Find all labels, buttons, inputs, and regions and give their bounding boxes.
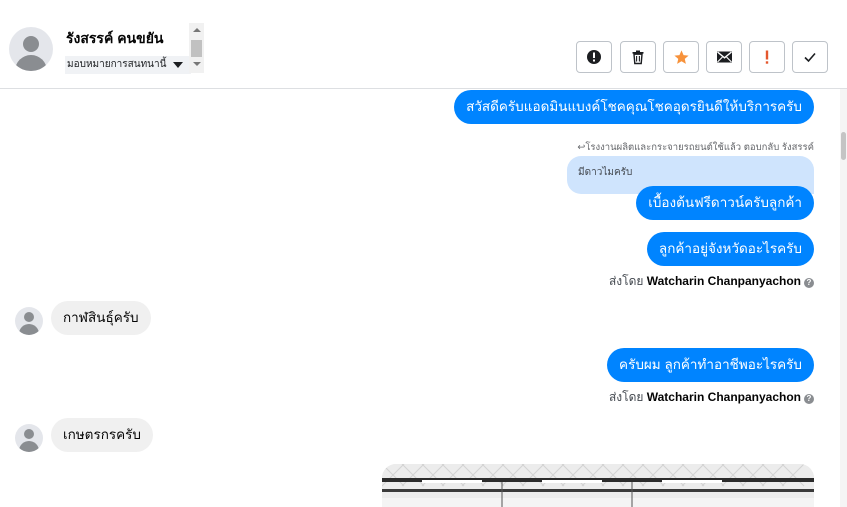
reply-note-text: โรงงานผลิตและกระจายรถยนต์ใช้แล้ว ตอบกลับ… bbox=[585, 142, 814, 153]
message-thread[interactable]: สวัสดีครับแอดมินแบงค์โชคคุณโชคอุดรยินดีใ… bbox=[0, 89, 847, 507]
photo-preview bbox=[382, 464, 814, 507]
conversation-header: มอบหมายการสนทนานี้ รังสรรค์ คนขยัน bbox=[0, 9, 847, 89]
star-button[interactable] bbox=[663, 41, 699, 73]
reply-note: ↩โรงงานผลิตและกระจายรถยนต์ใช้แล้ว ตอบกลั… bbox=[577, 140, 814, 155]
agent-name: Watcharin Chanpanyachon bbox=[646, 274, 801, 288]
sent-by-prefix: ส่งโดย bbox=[608, 390, 644, 404]
customer-avatar-small bbox=[15, 307, 43, 335]
help-icon[interactable]: ? bbox=[804, 278, 814, 288]
customer-name: รังสรรค์ คนขยัน bbox=[66, 30, 164, 46]
report-button[interactable] bbox=[576, 41, 612, 73]
image-attachment[interactable] bbox=[382, 464, 814, 507]
mark-done-button[interactable] bbox=[792, 41, 828, 73]
customer-avatar[interactable] bbox=[9, 27, 53, 71]
thread-scrollbar[interactable] bbox=[840, 89, 847, 507]
check-icon bbox=[804, 52, 816, 63]
sent-by-prefix: ส่งโดย bbox=[608, 274, 644, 288]
message-greeting[interactable]: สวัสดีครับแอดมินแบงค์โชคคุณโชคอุดรยินดีใ… bbox=[454, 90, 814, 124]
caret-down-icon bbox=[173, 62, 183, 68]
sent-by-label: ส่งโดย Watcharin Chanpanyachon? bbox=[609, 388, 814, 407]
follow-up-button[interactable] bbox=[749, 41, 785, 73]
delete-button[interactable] bbox=[620, 41, 656, 73]
message-free-down[interactable]: เบื้องต้นฟรีดาวน์ครับลูกค้า bbox=[636, 186, 814, 220]
message-province-question[interactable]: ลูกค้าอยู่จังหวัดอะไรครับ bbox=[646, 232, 814, 266]
envelope-icon bbox=[716, 51, 732, 63]
exclamation-icon bbox=[765, 50, 769, 64]
trash-icon bbox=[632, 50, 644, 65]
sent-by-label: ส่งโดย Watcharin Chanpanyachon? bbox=[609, 272, 814, 291]
agent-name: Watcharin Chanpanyachon bbox=[646, 390, 801, 404]
assign-scrollbar[interactable] bbox=[189, 23, 204, 73]
star-icon bbox=[673, 49, 689, 64]
message-occupation-question[interactable]: ครับผม ลูกค้าทำอาชีพอะไรครับ bbox=[607, 348, 814, 382]
alert-circle-icon bbox=[587, 50, 601, 64]
message-customer-province[interactable]: กาฬสินธุ์ครับ bbox=[51, 301, 151, 335]
mark-unread-button[interactable] bbox=[706, 41, 742, 73]
message-customer-occupation[interactable]: เกษตรกรครับ bbox=[51, 418, 153, 452]
help-icon[interactable]: ? bbox=[804, 394, 814, 404]
customer-avatar-small bbox=[15, 424, 43, 452]
